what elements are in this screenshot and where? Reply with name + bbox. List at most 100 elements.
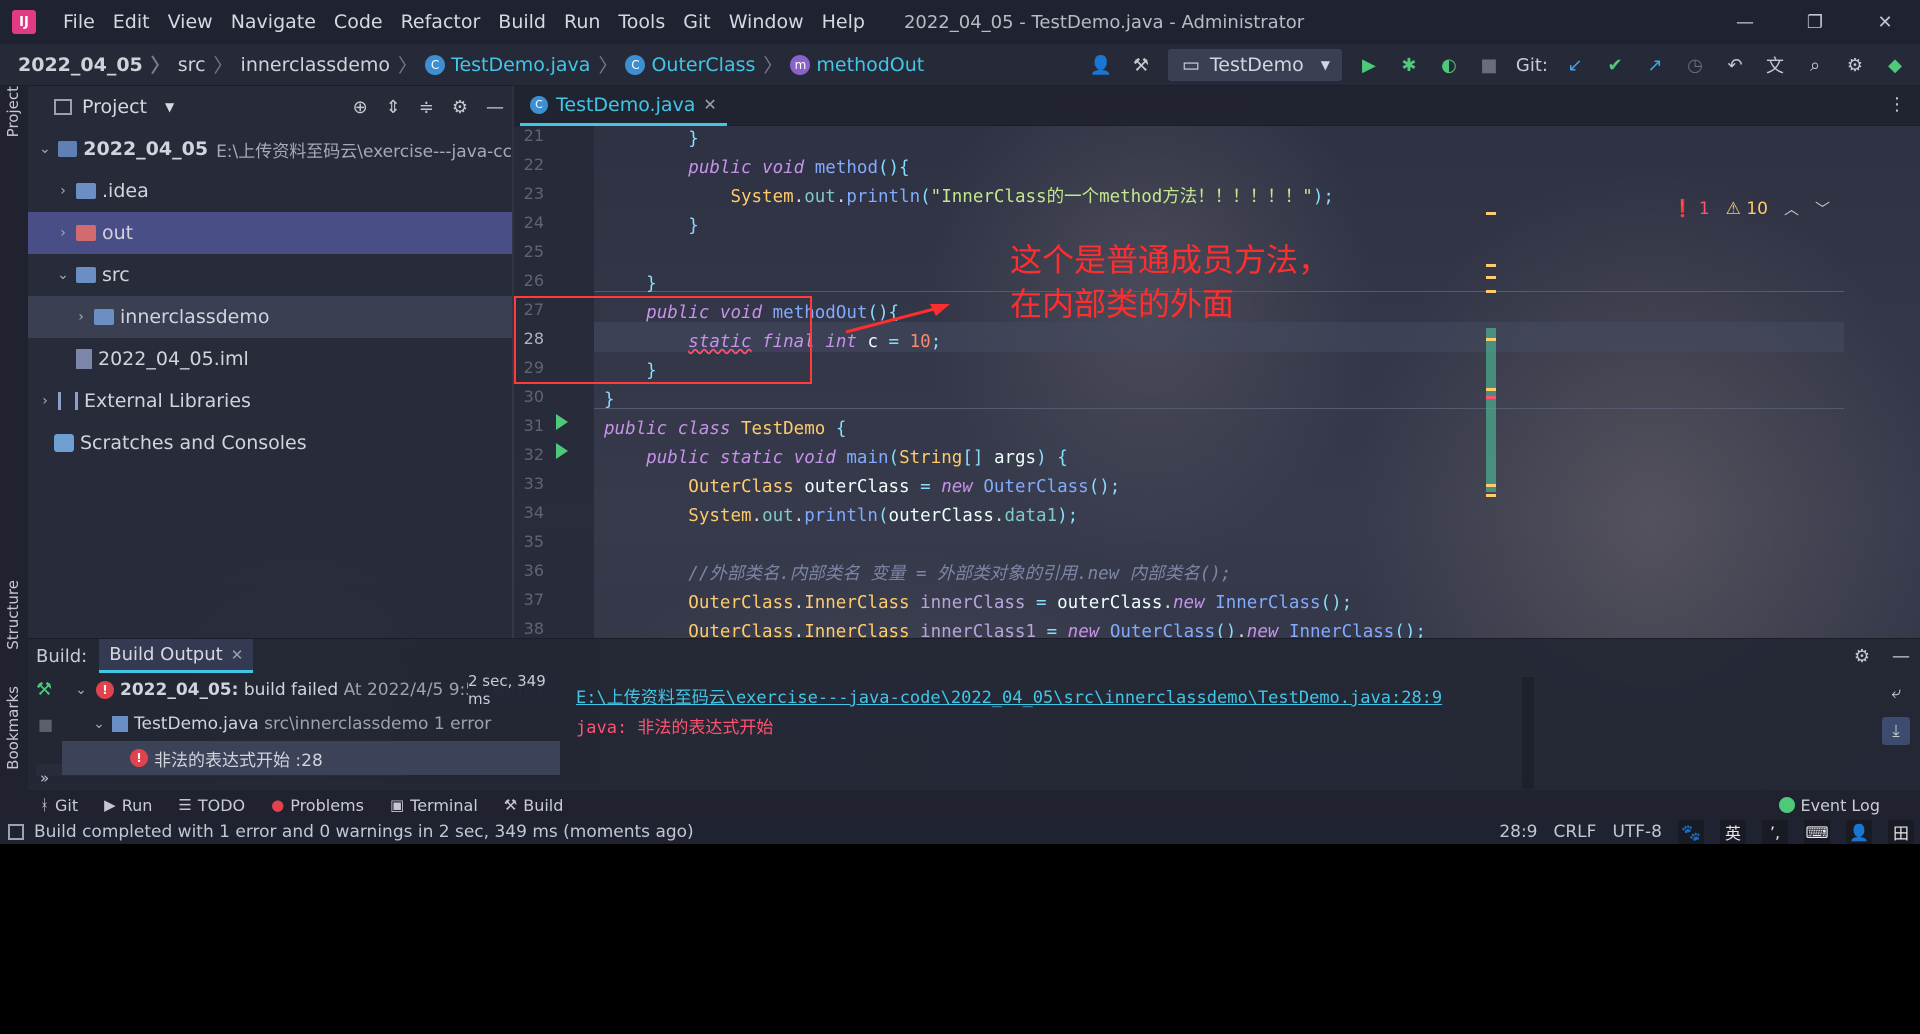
warning-stripe[interactable] [1486,484,1496,487]
settings-gear-icon[interactable]: ⚙ [452,97,468,118]
build-hammer-icon[interactable]: ⚒ [1128,52,1154,78]
tool-window-build[interactable]: ⚒ Build [504,796,564,815]
ime-user-icon[interactable]: 👤 [1846,820,1872,844]
menu-refactor[interactable]: Refactor [392,11,490,33]
restore-button[interactable]: ❐ [1780,0,1850,44]
history-icon[interactable]: ◷ [1682,52,1708,78]
chevron-down-icon[interactable]: ▼ [165,100,174,114]
translate-icon[interactable]: 文 [1762,52,1788,78]
user-icon[interactable]: 👤 [1088,52,1114,78]
build-tree-file[interactable]: ⌄ TestDemo.java src\innerclassdemo 1 err… [62,707,560,741]
run-icon[interactable]: ▶ [1356,52,1382,78]
file-encoding[interactable]: UTF-8 [1612,822,1662,842]
warning-stripe[interactable] [1486,212,1496,215]
build-output-console[interactable]: E:\上传资料至码云\exercise---java-code\2022_04_… [576,673,1536,791]
chevron-right-icon[interactable]: › [72,309,90,325]
more-icon[interactable]: » [40,769,49,787]
expand-all-icon[interactable]: ⇕ [386,97,401,118]
close-icon[interactable]: ✕ [703,95,716,114]
tree-item-scratches[interactable]: Scratches and Consoles [28,422,512,464]
menu-code[interactable]: Code [325,11,392,33]
tab-build-output[interactable]: Build Output ✕ [99,639,254,673]
settings-gear-icon[interactable]: ⚙ [1854,646,1870,667]
bookmarks-tool-window-label[interactable]: Bookmarks [4,686,22,770]
menu-help[interactable]: Help [813,11,874,33]
run-gutter-icon[interactable] [556,414,568,430]
close-icon[interactable]: ✕ [231,646,244,664]
ime-keyboard-icon[interactable]: ⌨ [1804,820,1830,844]
status-message[interactable]: Build completed with 1 error and 0 warni… [34,822,694,842]
warning-stripe[interactable] [1486,494,1496,497]
plugin-icon[interactable]: ◆ [1882,52,1908,78]
inspection-widget[interactable]: ❗ 1 ⚠ 10 ︿ ﹀ [1672,198,1830,219]
tool-window-todo[interactable]: ☰ TODO [178,796,245,815]
debug-icon[interactable]: ✱ [1396,52,1422,78]
menu-file[interactable]: File [54,11,104,33]
warning-stripe[interactable] [1486,338,1496,341]
collapse-all-icon[interactable]: ≑ [419,97,434,118]
rollback-icon[interactable]: ↶ [1722,52,1748,78]
tool-window-problems[interactable]: ● Problems [271,796,364,815]
more-vertical-icon[interactable]: ⋮ [1888,94,1906,115]
line-separator[interactable]: CRLF [1554,822,1597,842]
menu-edit[interactable]: Edit [104,11,159,33]
chevron-up-icon[interactable]: ︿ [1784,198,1799,219]
hide-icon[interactable]: — [486,97,504,118]
chevron-right-icon[interactable]: › [36,393,54,409]
menu-navigate[interactable]: Navigate [222,11,325,33]
git-update-icon[interactable]: ↙ [1562,52,1588,78]
coverage-icon[interactable]: ◐ [1436,52,1462,78]
error-stripe[interactable] [1486,396,1496,399]
structure-tool-window-label[interactable]: Structure [4,580,22,650]
breadcrumb-class[interactable]: C OuterClass 〉 [625,51,790,78]
ime-grid-icon[interactable]: 田 [1888,820,1914,844]
tool-window-terminal[interactable]: ▣ Terminal [390,796,478,815]
close-window-button[interactable]: ✕ [1850,0,1920,44]
breadcrumb-project[interactable]: 2022_04_05 〉 [18,51,178,78]
build-hammer-icon[interactable]: ⚒ [36,679,52,700]
tree-item-external-libraries[interactable]: › External Libraries [28,380,512,422]
chevron-right-icon[interactable]: › [54,225,72,241]
chevron-right-icon[interactable]: › [54,183,72,199]
breadcrumb-method[interactable]: m methodOut [790,54,924,76]
ime-paw-icon[interactable]: 🐾 [1678,820,1704,844]
scroll-to-end-icon[interactable]: ⤓ [1882,717,1910,745]
menu-build[interactable]: Build [489,11,555,33]
chevron-down-icon[interactable]: ⌄ [36,141,54,157]
tree-item-idea[interactable]: › .idea [28,170,512,212]
locate-icon[interactable]: ⊕ [353,97,368,118]
tree-item-out[interactable]: › out [28,212,512,254]
tree-item-src[interactable]: ⌄ src [28,254,512,296]
hide-icon[interactable]: — [1892,646,1910,667]
toggle-tool-windows-icon[interactable] [8,824,24,840]
chevron-down-icon[interactable]: ⌄ [72,682,90,698]
minimize-button[interactable]: — [1710,0,1780,44]
search-icon[interactable]: ⌕ [1802,52,1828,78]
menu-tools[interactable]: Tools [609,11,674,33]
soft-wrap-icon[interactable]: ⤶ [1882,679,1910,707]
run-gutter-icon[interactable] [556,443,568,459]
ime-language-icon[interactable]: 英 [1720,820,1746,844]
git-commit-icon[interactable]: ✔ [1602,52,1628,78]
stop-icon[interactable]: ■ [38,715,53,734]
vertical-scrollbar[interactable] [1522,677,1534,789]
menu-window[interactable]: Window [720,11,813,33]
git-push-icon[interactable]: ↗ [1642,52,1668,78]
warning-stripe[interactable] [1486,290,1496,293]
chevron-down-icon[interactable]: ⌄ [90,716,108,732]
chevron-down-icon[interactable]: ⌄ [54,267,72,283]
tool-window-run[interactable]: ▶ Run [104,796,152,815]
breadcrumb-package[interactable]: innerclassdemo 〉 [241,51,426,78]
tree-item-innerclassdemo[interactable]: › innerclassdemo [28,296,512,338]
menu-run[interactable]: Run [555,11,609,33]
ime-punctuation-icon[interactable]: ’, [1762,820,1788,844]
breadcrumb-file[interactable]: C TestDemo.java 〉 [425,51,625,78]
warning-stripe[interactable] [1486,264,1496,267]
stop-icon[interactable]: ■ [1476,52,1502,78]
build-tree-error[interactable]: ! 非法的表达式开始 :28 [62,741,560,775]
chevron-down-icon[interactable]: ﹀ [1815,198,1830,219]
warning-stripe[interactable] [1486,276,1496,279]
settings-gear-icon[interactable]: ⚙ [1842,52,1868,78]
tree-item-iml[interactable]: 2022_04_05.iml [28,338,512,380]
intellij-logo-icon[interactable]: IJ [12,10,36,34]
